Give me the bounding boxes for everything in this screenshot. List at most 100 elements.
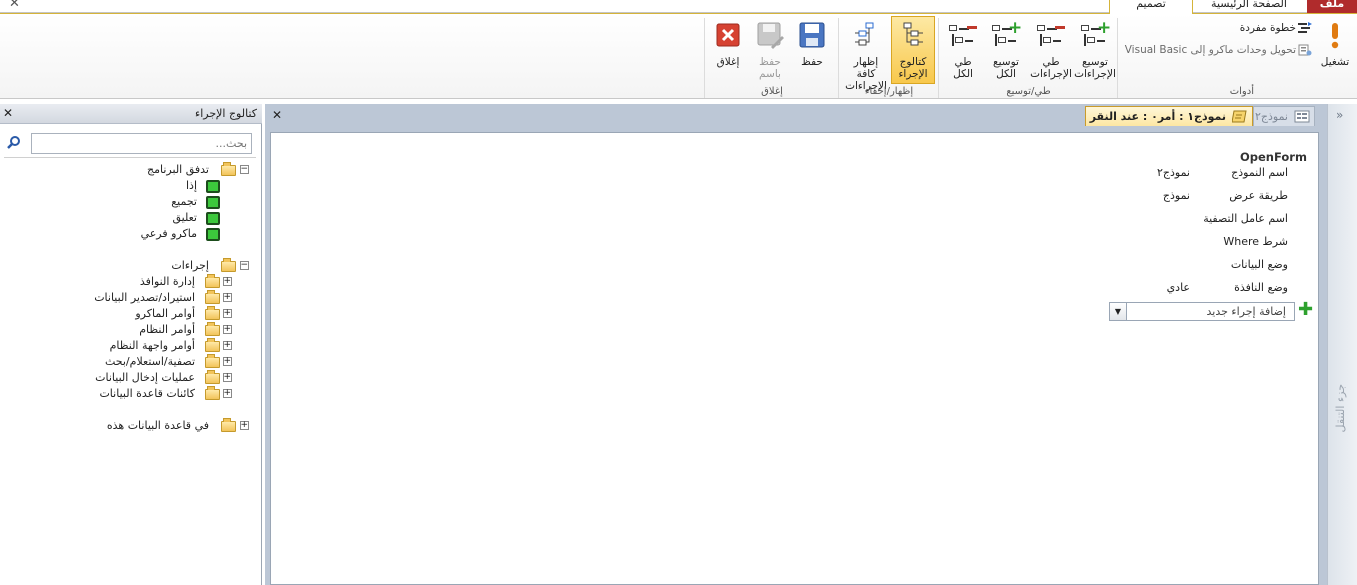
group-separator [838,18,839,98]
search-icon[interactable] [7,135,21,149]
save-as-icon [755,20,785,50]
tree-item[interactable]: ماكرو فرعي [4,226,254,242]
navigation-pane-label: جزء التنقل [1334,384,1347,433]
single-step-icon [1298,22,1312,34]
close-icon[interactable]: ✕ [272,108,282,122]
tree-folder-actions[interactable]: − إجراءات [4,258,254,274]
convert-label: تحويل وحدات ماكرو إلى Visual Basic [1124,44,1296,56]
folder-icon [221,418,236,432]
collapse-actions-icon [1036,20,1066,50]
folder-icon [205,370,220,384]
tree-subfolder[interactable]: + أوامر واجهة النظام [4,338,254,354]
convert-icon [1298,44,1312,56]
argument-value[interactable]: نموذج [1163,188,1190,204]
tree-subfolder[interactable]: + إدارة النوافذ [4,274,254,290]
argument-label: اسم عامل التصفية [1203,212,1288,225]
expand-icon[interactable]: + [223,277,232,286]
tree-folder-program-flow[interactable]: − تدفق البرنامج [4,162,254,178]
folder-icon [205,274,220,288]
tree-folder-label: تدفق البرنامج [147,163,209,176]
add-new-action-select[interactable]: ▼ إضافة إجراء جديد [1109,302,1295,321]
expand-icon[interactable]: + [223,373,232,382]
expand-icon[interactable]: + [223,325,232,334]
save-as-button[interactable]: حفظ باسم [750,20,790,80]
argument-label: طريقة عرض [1229,189,1288,202]
single-step-label: خطوة مفردة [1239,22,1296,34]
collapse-icon[interactable]: − [240,165,249,174]
convert-macros-button[interactable]: تحويل وحدات ماكرو إلى Visual Basic [1120,42,1312,58]
close-button[interactable]: إغلاق [708,20,748,68]
show-all-actions-label-1: إظهار كافة [853,56,879,80]
tree-item-label: تجميع [171,195,197,208]
close-icon[interactable]: ✕ [9,0,20,11]
collapse-actions-button[interactable]: طي الإجراءات [1030,20,1072,80]
run-button[interactable]: تشغيل [1314,20,1356,68]
tree-subfolder[interactable]: + عمليات إدخال البيانات [4,370,254,386]
tree-item[interactable]: تجميع [4,194,254,210]
action-catalog-label-2: الإجراء [898,68,928,80]
tree-subfolder[interactable]: + كائنات قاعدة البيانات [4,386,254,402]
argument-label: وضع النافذة [1234,281,1288,294]
form-icon [1294,110,1310,123]
document-tab-active[interactable]: نموذج١ : أمر٠ : عند النقر [1085,106,1253,126]
tree-item-label: تعليق [172,211,197,224]
expand-actions-label-1: توسيع [1082,56,1108,68]
folder-icon [205,354,220,368]
save-button[interactable]: حفظ [792,20,832,68]
tree-folder-in-this-database[interactable]: + في قاعدة البيانات هذه [4,418,254,434]
action-icon [206,180,220,193]
expand-icon[interactable]: + [223,309,232,318]
expand-icon[interactable]: + [223,357,232,366]
chevron-down-icon[interactable]: ▼ [1110,303,1127,320]
expand-icon[interactable]: + [223,293,232,302]
expand-all-button[interactable]: + توسيع الكل [985,20,1027,80]
group-separator [704,18,705,98]
tree-subfolder[interactable]: + استيراد/تصدير البيانات [4,290,254,306]
action-icon [206,228,220,241]
collapse-all-button[interactable]: طي الكل [942,20,984,80]
add-icon[interactable]: ✚ [1298,301,1313,319]
folder-icon [205,306,220,320]
folder-icon [205,322,220,336]
tree-subfolder[interactable]: + تصفية/استعلام/بحث [4,354,254,370]
action-name[interactable]: OpenForm [1240,149,1307,165]
argument-value[interactable]: عادي [1167,280,1190,296]
single-step-button[interactable]: خطوة مفردة [1196,20,1312,36]
tree-subfolder-label: استيراد/تصدير البيانات [94,291,195,304]
tree-subfolder[interactable]: + أوامر الماكرو [4,306,254,322]
tree-subfolder-label: تصفية/استعلام/بحث [104,355,195,368]
show-all-actions-button[interactable]: إظهار كافة الإجراءات [843,20,889,92]
tab-design[interactable]: تصميم [1109,0,1193,14]
navigation-pane-collapsed[interactable]: » جزء التنقل [1327,104,1357,585]
folder-icon [205,338,220,352]
close-icon[interactable]: ✕ [3,106,13,120]
expand-all-label-1: توسيع [993,56,1019,68]
tree-item[interactable]: تعليق [4,210,254,226]
action-icon [206,196,220,209]
expand-icon[interactable]: + [223,341,232,350]
save-as-label-1: حفظ [759,56,781,68]
collapse-all-label-1: طي [954,56,972,68]
expand-icon[interactable]: + [223,389,232,398]
argument-label: وضع البيانات [1230,258,1288,271]
exclamation-icon [1320,20,1350,50]
argument-value[interactable]: نموذج٢ [1157,165,1190,181]
tree-subfolder[interactable]: + أوامر النظام [4,322,254,338]
run-label: تشغيل [1320,56,1350,68]
macro-designer: ✕ نموذج١ : أمر٠ : عند النقر نموذج٢ OpenF… [265,104,1327,585]
expand-icon[interactable]: + [240,421,249,430]
group-label-close: إغلاق [761,86,783,97]
group-label-collapse-expand: طي/توسيع [1006,86,1051,97]
tab-home[interactable]: الصفحة الرئيسية [1193,0,1305,13]
save-label: حفظ [801,56,823,68]
expand-actions-button[interactable]: + توسيع الإجراءات [1074,20,1116,81]
chevrons-right-icon[interactable]: » [1336,108,1343,122]
document-tab-inactive[interactable]: نموذج٢ [1253,106,1315,126]
folder-icon [221,258,236,272]
search-input[interactable] [31,133,252,154]
tree-item[interactable]: إذا [4,178,254,194]
tab-file[interactable]: ملف [1307,0,1357,13]
collapse-icon[interactable]: − [240,261,249,270]
expand-actions-label-2: الإجراءات [1074,68,1116,80]
action-catalog-button[interactable]: كتالوج الإجراء [891,16,935,84]
